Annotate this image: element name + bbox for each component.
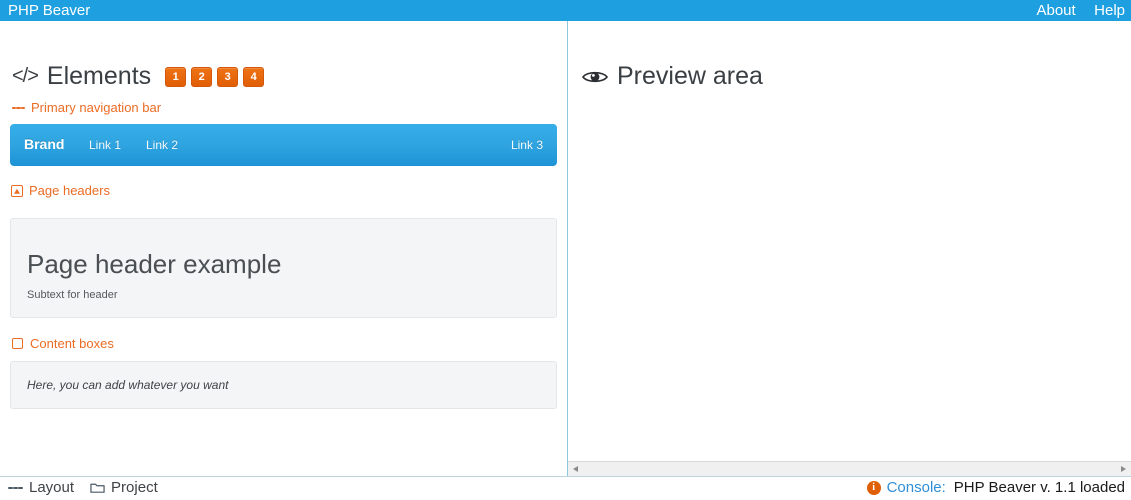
- eye-icon: [582, 69, 608, 85]
- navbar-link-2[interactable]: Link 2: [146, 138, 178, 152]
- page-header-preview-widget[interactable]: Page header example Subtext for header: [10, 218, 557, 318]
- elements-pane: </> Elements 1 2 3 4 Primary navigation …: [0, 21, 567, 476]
- preview-pane: Preview area: [568, 21, 1131, 476]
- status-bar-tabs: Layout Project: [8, 479, 174, 496]
- console-status: i Console: PHP Beaver v. 1.1 loaded: [866, 479, 1125, 496]
- navbar-link-3[interactable]: Link 3: [511, 138, 543, 152]
- section-label-text: Page headers: [29, 183, 110, 198]
- app-window: PHP Beaver About Help </> Elements 1 2 3…: [0, 0, 1131, 500]
- app-title: PHP Beaver: [8, 2, 91, 19]
- info-icon: i: [866, 480, 881, 495]
- navbar-brand[interactable]: Brand: [24, 136, 64, 152]
- element-number-badges: 1 2 3 4: [165, 66, 265, 87]
- badge-3[interactable]: 3: [217, 66, 239, 87]
- scroll-left-arrow-icon[interactable]: [568, 462, 583, 476]
- content-box-icon: [11, 337, 24, 350]
- badge-2[interactable]: 2: [191, 66, 213, 87]
- page-header-icon: [10, 184, 23, 197]
- content-box-preview-widget[interactable]: Here, you can add whatever you want: [10, 361, 557, 409]
- console-label: Console:: [886, 479, 946, 496]
- section-content-boxes[interactable]: Content boxes: [11, 336, 114, 351]
- badge-4[interactable]: 4: [243, 66, 265, 87]
- content-box-text: Here, you can add whatever you want: [27, 378, 229, 392]
- status-tab-layout[interactable]: Layout: [8, 479, 74, 496]
- section-label-text: Content boxes: [30, 336, 114, 351]
- main-split: </> Elements 1 2 3 4 Primary navigation …: [0, 21, 1131, 476]
- status-tab-project[interactable]: Project: [90, 479, 158, 496]
- section-label-text: Primary navigation bar: [31, 100, 162, 115]
- elements-heading: </> Elements 1 2 3 4: [12, 62, 265, 91]
- section-page-headers[interactable]: Page headers: [10, 183, 110, 198]
- preview-horizontal-scrollbar[interactable]: [568, 461, 1131, 476]
- section-primary-navigation-bar[interactable]: Primary navigation bar: [12, 100, 161, 115]
- scroll-right-arrow-icon[interactable]: [1116, 462, 1131, 476]
- status-bar: Layout Project i Console: PHP Beaver v. …: [0, 476, 1131, 500]
- badge-1[interactable]: 1: [165, 66, 187, 87]
- title-bar-links: About Help: [1022, 1, 1125, 20]
- code-icon: </>: [12, 65, 39, 87]
- console-message: PHP Beaver v. 1.1 loaded: [953, 479, 1125, 496]
- navbar-preview-widget[interactable]: Brand Link 1 Link 2 Link 3: [10, 124, 557, 166]
- preview-heading-label: Preview area: [617, 62, 763, 90]
- status-tab-label: Layout: [29, 479, 75, 496]
- page-header-subtext: Subtext for header: [27, 289, 118, 301]
- navbar-link-1[interactable]: Link 1: [89, 138, 121, 152]
- about-link[interactable]: About: [1036, 2, 1075, 19]
- hamburger-icon: [12, 101, 25, 114]
- elements-heading-label: Elements: [46, 62, 152, 90]
- title-bar: PHP Beaver About Help: [0, 0, 1131, 21]
- status-tab-label: Project: [111, 479, 158, 496]
- folder-icon: [90, 480, 105, 495]
- help-link[interactable]: Help: [1094, 2, 1125, 19]
- page-header-title: Page header example: [27, 249, 282, 279]
- hamburger-icon: [8, 480, 23, 495]
- preview-heading: Preview area: [582, 62, 763, 91]
